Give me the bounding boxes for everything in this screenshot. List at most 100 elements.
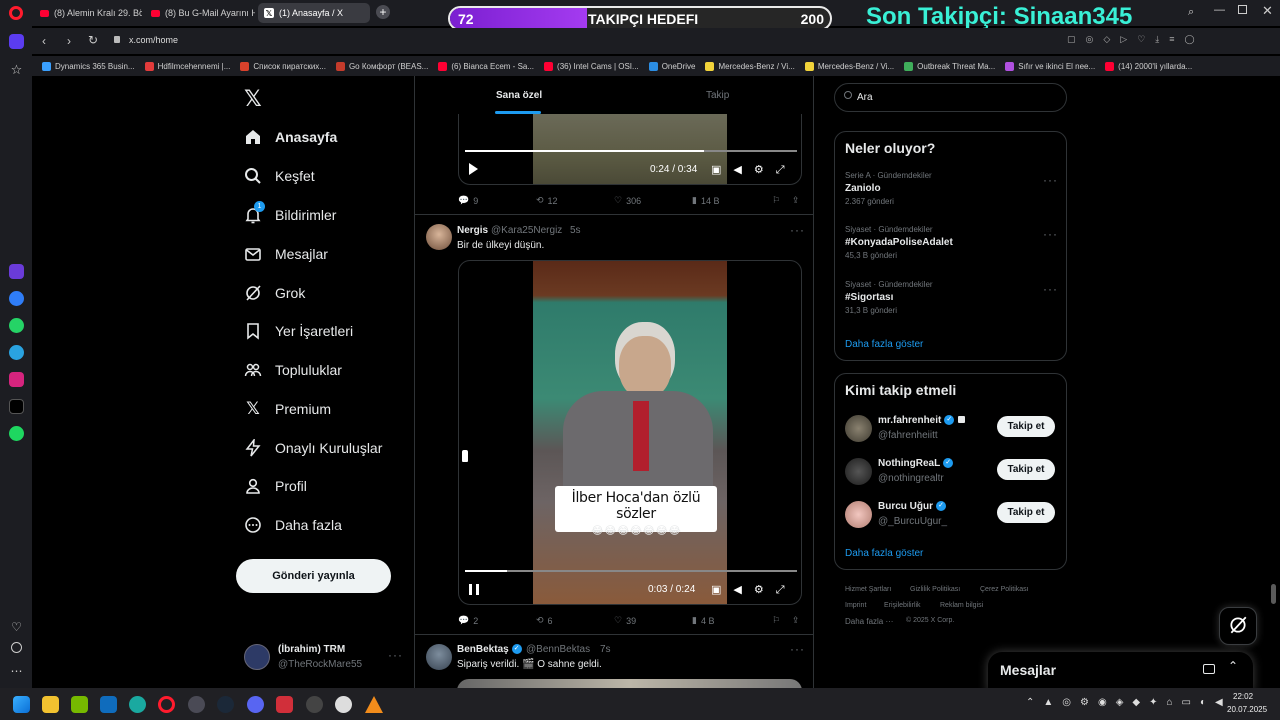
taskbar-date[interactable]: 20.07.2025 — [1227, 705, 1267, 714]
search-tabs-icon[interactable]: ⌕ — [1188, 6, 1194, 19]
nav-premium[interactable]: 𝕏 Premium — [244, 399, 331, 418]
nav-home[interactable]: Anasayfa — [244, 128, 337, 146]
app-icon[interactable] — [188, 696, 205, 713]
trend-item[interactable]: Serie A · Gündemdekiler Zaniolo 2.367 gö… — [845, 171, 932, 206]
edge-icon[interactable] — [129, 696, 146, 713]
share-icon[interactable]: ⇪ — [792, 195, 800, 206]
tweet-author-handle[interactable]: @Kara25Nergiz — [491, 225, 562, 236]
footer-link[interactable]: Erişilebilirlik — [884, 602, 921, 609]
who-to-follow-show-more-link[interactable]: Daha fazla göster — [845, 548, 923, 559]
bookmark-icon[interactable]: ⚐ — [772, 615, 780, 626]
bookmark-item[interactable]: Список пиратских... — [240, 61, 326, 71]
tweet-media[interactable] — [457, 679, 802, 688]
search-input[interactable]: Ara — [834, 83, 1067, 112]
nvidia-icon[interactable] — [71, 696, 88, 713]
toolbar-icons[interactable]: ▢◎◇▷♡⤓≡◯ — [1067, 34, 1205, 45]
reply-button[interactable]: 💬 2 — [458, 615, 478, 626]
share-icon[interactable]: ⇪ — [792, 615, 800, 626]
forward-icon[interactable]: › — [67, 34, 71, 48]
footer-link[interactable]: Hizmet Şartları — [845, 586, 891, 593]
bookmark-item[interactable]: Mercedes-Benz / Vi... — [705, 61, 795, 71]
bookmark-icon[interactable]: ⚐ — [772, 195, 780, 206]
taskbar-time[interactable]: 22:02 — [1233, 692, 1253, 701]
more-icon[interactable]: ··· — [388, 648, 403, 662]
app-icon[interactable] — [276, 696, 293, 713]
nav-messages[interactable]: Mesajlar — [244, 245, 328, 263]
nav-explore[interactable]: Keşfet — [244, 167, 315, 185]
follow-suggestion[interactable]: mr.fahrenheit ✓ @fahrenheiitt Takip et — [845, 413, 1059, 443]
opera-logo-icon[interactable] — [9, 6, 23, 20]
trend-more-icon[interactable]: ··· — [1043, 282, 1058, 296]
minimize-icon[interactable]: — — [1214, 4, 1225, 16]
reload-icon[interactable]: ↻ — [88, 33, 98, 47]
nav-grok[interactable]: Grok — [244, 284, 305, 302]
play-icon[interactable] — [469, 163, 478, 175]
footer-link[interactable]: Reklam bilgisi — [940, 602, 983, 609]
messenger-icon[interactable] — [9, 291, 24, 306]
bookmark-item[interactable]: Outbreak Threat Ma... — [904, 61, 995, 71]
reply-button[interactable]: 💬 9 — [458, 195, 478, 206]
heart-icon[interactable]: ♡ — [9, 620, 24, 635]
trend-more-icon[interactable]: ··· — [1043, 173, 1058, 187]
more-icon[interactable]: ⋯ — [9, 664, 24, 679]
footer-link[interactable]: Imprint — [845, 602, 866, 609]
whatsapp-icon[interactable] — [9, 318, 24, 333]
trend-item[interactable]: Siyaset · Gündemdekiler #KonyadaPoliseAd… — [845, 225, 953, 260]
outlook-icon[interactable] — [100, 696, 117, 713]
bookmark-item[interactable]: OneDrive — [648, 61, 695, 71]
avatar[interactable] — [426, 224, 452, 250]
new-tab-icon[interactable]: + — [376, 5, 390, 19]
tweet-more-icon[interactable]: ··· — [790, 642, 805, 656]
bookmark-item[interactable]: Mercedes-Benz / Vi... — [804, 61, 894, 71]
vlc-icon[interactable] — [365, 696, 383, 713]
trend-more-icon[interactable]: ··· — [1043, 227, 1058, 241]
account-switcher[interactable]: (İbrahim) TRM @TheRockMare55 ··· — [242, 642, 402, 676]
video-progress-track[interactable] — [465, 150, 797, 152]
tweet[interactable]: BenBektaş ✓ @BennBektas 7s ··· Sipariş ve… — [415, 635, 813, 688]
avatar[interactable] — [426, 644, 452, 670]
tweet-author-handle[interactable]: @BennBektas — [526, 644, 590, 655]
trend-item[interactable]: Siyaset · Gündemdekiler #Sigortası 31,3 … — [845, 280, 933, 315]
bookmark-item[interactable]: Sıfır ve ikinci El nee... — [1005, 61, 1095, 71]
bookmark-item[interactable]: (14) 2000'li yıllarda... — [1105, 61, 1192, 71]
nav-bookmarks[interactable]: Yer İşaretleri — [244, 322, 353, 340]
tab-following[interactable]: Takip — [614, 76, 813, 114]
x-logo-icon[interactable]: 𝕏 — [244, 86, 262, 112]
browser-tab[interactable]: (8) Bu G-Mail Ayarını HEM — [145, 3, 255, 23]
views-button[interactable]: ▮ 14 B — [692, 195, 719, 206]
app-icon[interactable] — [335, 696, 352, 713]
tweet-time[interactable]: 7s — [600, 644, 611, 655]
nav-communities[interactable]: Topluluklar — [244, 361, 342, 379]
bookmark-item[interactable]: Hdfilmcehennemi |... — [144, 61, 230, 71]
pause-icon[interactable] — [469, 584, 479, 595]
new-message-icon[interactable] — [1203, 664, 1215, 674]
footer-link[interactable]: Daha fazla ··· — [845, 617, 893, 626]
x-app-icon[interactable] — [9, 399, 24, 414]
home-workspace-icon[interactable] — [9, 34, 24, 49]
follow-suggestion[interactable]: Burcu Uğur ✓ @_BurcuUgur_ Takip et — [845, 499, 1059, 529]
messages-drawer[interactable]: Mesajlar ⌃ — [988, 652, 1253, 692]
bookmark-item[interactable]: (36) Intel Cams | OSI... — [544, 61, 639, 71]
nav-notifications[interactable]: 1 Bildirimler — [244, 201, 336, 224]
tweet-time[interactable]: 5s — [570, 225, 581, 236]
bookmark-item[interactable]: Go Комфорт (BEAS... — [335, 61, 428, 71]
nav-verified-orgs[interactable]: Onaylı Kuruluşlar — [244, 439, 382, 457]
spotify-icon[interactable] — [9, 426, 24, 441]
bookmark-item[interactable]: (6) Bianca Ecem - Sa... — [438, 61, 534, 71]
app-icon[interactable] — [9, 264, 24, 279]
app-icon[interactable] — [306, 696, 323, 713]
trends-show-more-link[interactable]: Daha fazla göster — [845, 339, 923, 350]
retweet-button[interactable]: ⟲ 12 — [536, 195, 558, 206]
like-button[interactable]: ♡ 306 — [614, 195, 641, 206]
file-explorer-icon[interactable] — [42, 696, 59, 713]
grok-floating-button[interactable] — [1219, 607, 1257, 645]
telegram-icon[interactable] — [9, 345, 24, 360]
tweet-author-name[interactable]: Nergis — [457, 225, 488, 236]
back-icon[interactable]: ‹ — [42, 34, 46, 48]
url-text[interactable]: x.com/home — [129, 35, 178, 45]
close-icon[interactable]: ✕ — [1262, 3, 1273, 19]
retweet-button[interactable]: ⟲ 6 — [536, 615, 553, 626]
footer-link[interactable]: Gizlilik Politikası — [910, 586, 960, 593]
video-progress-track[interactable] — [465, 570, 797, 572]
video-player[interactable]: 0:24 / 0:34 ▣◀⚙⤢ — [458, 114, 802, 185]
